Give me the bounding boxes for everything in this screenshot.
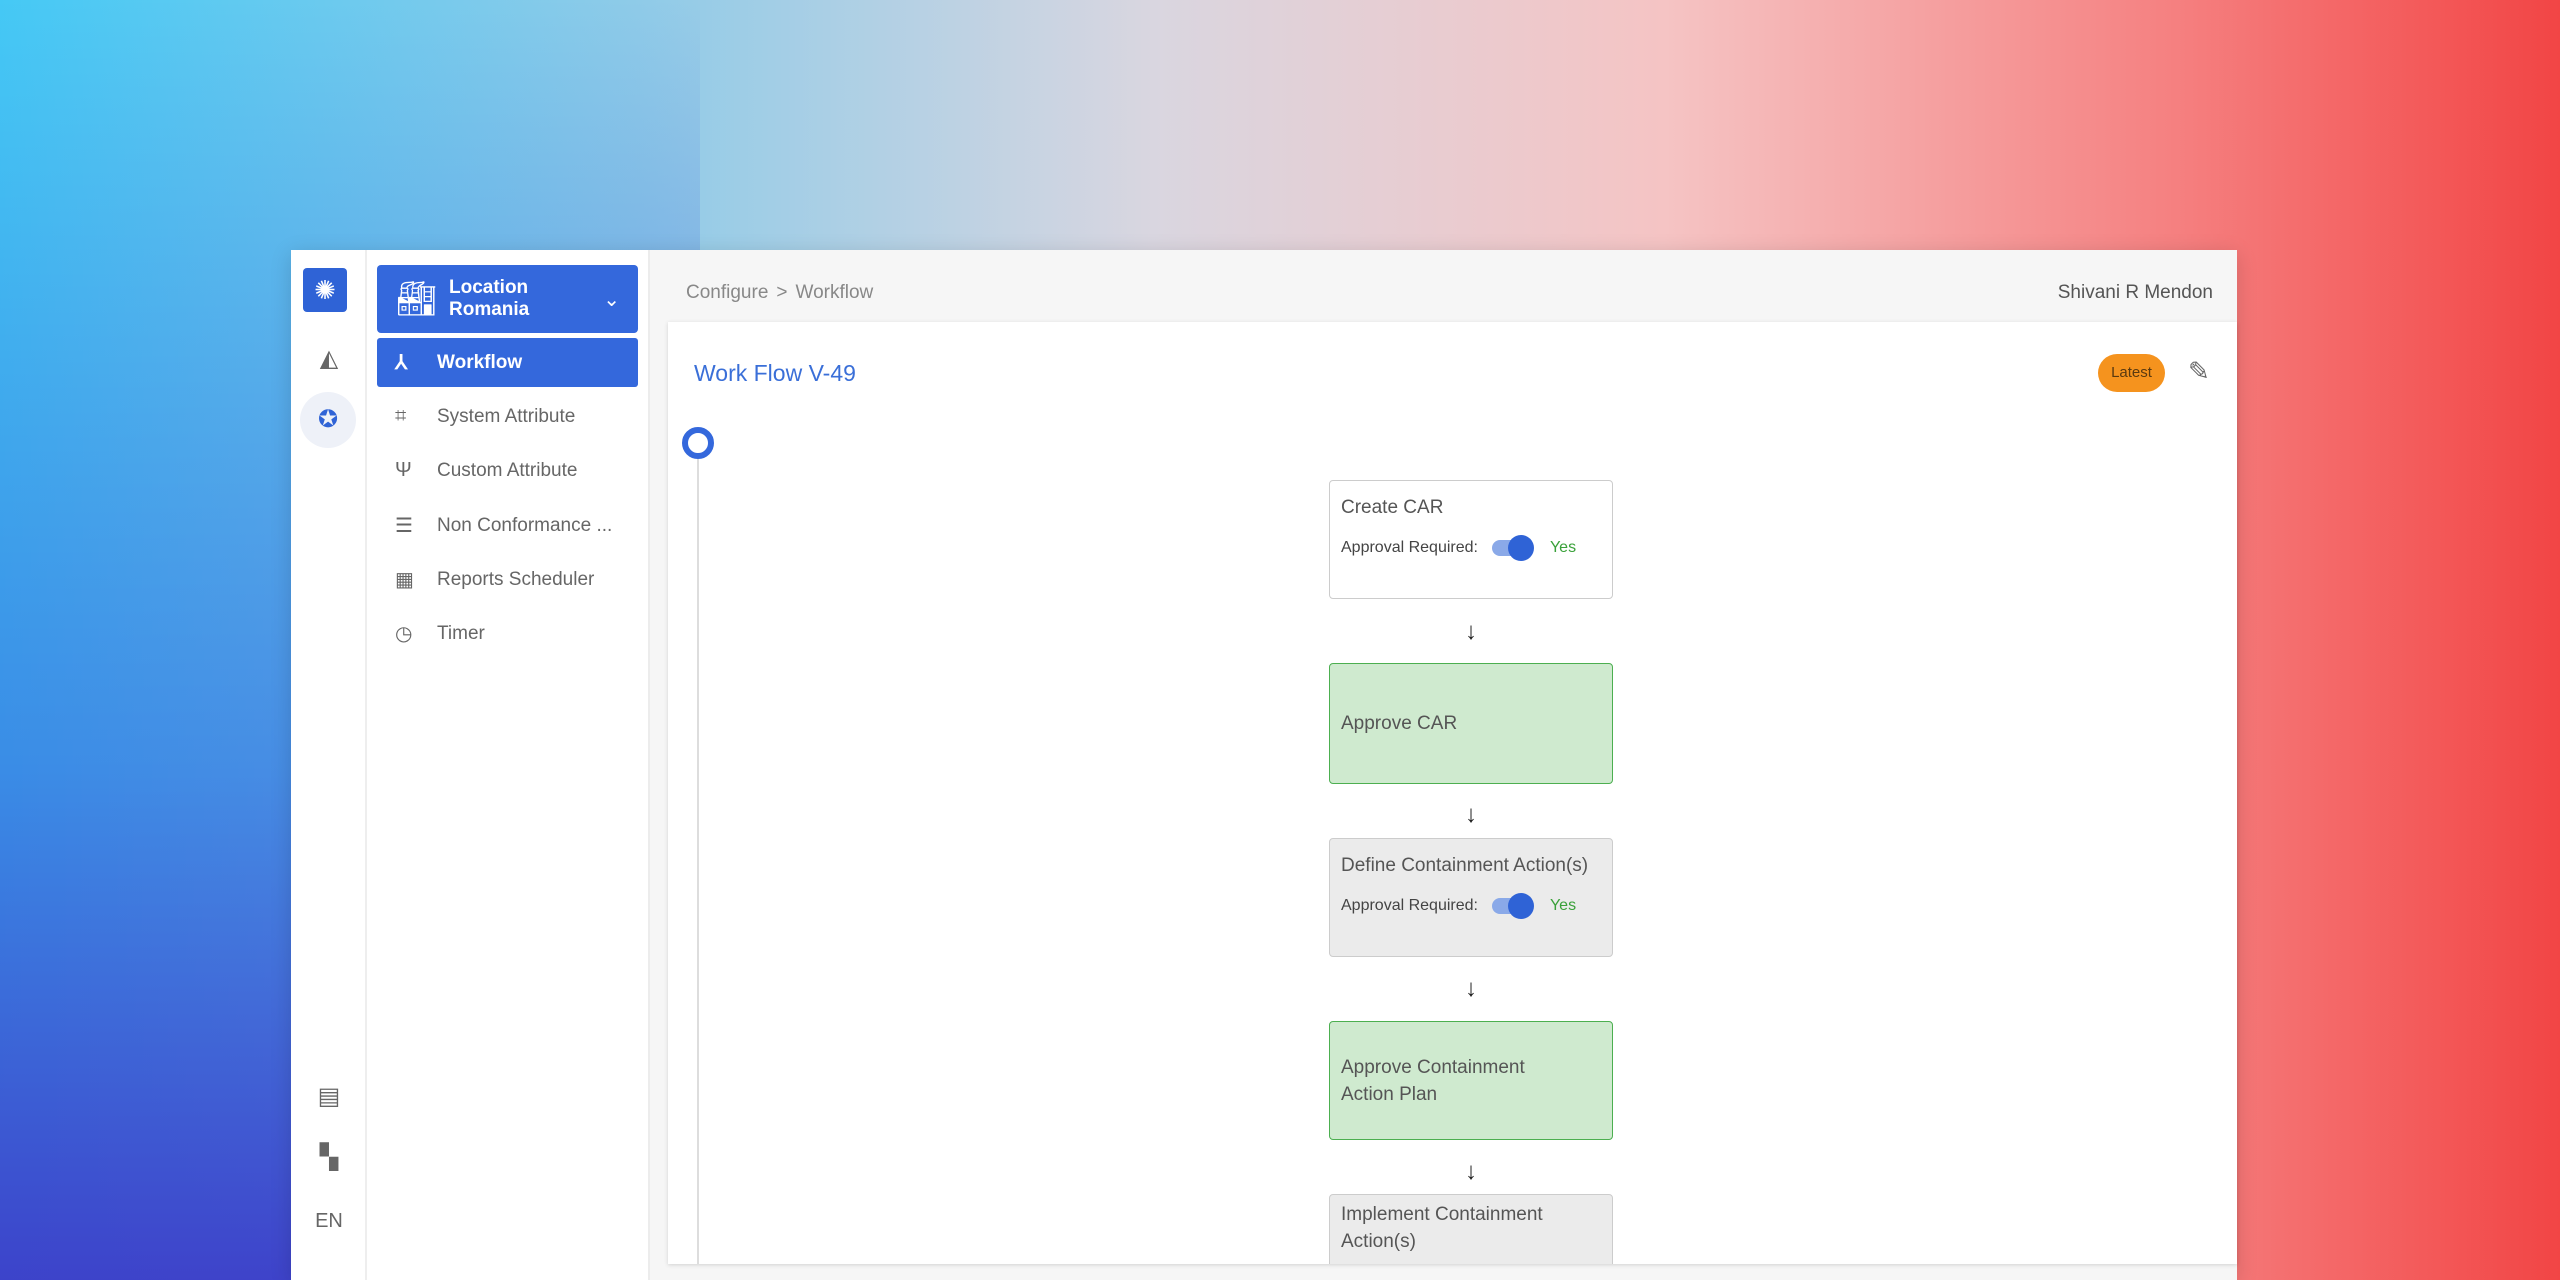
approval-toggle[interactable] [1491,893,1534,919]
arrow-down-icon: ↓ [1465,801,1477,828]
factory-icon: 🏭︎ [395,280,439,318]
sidebar-item-custom-attribute[interactable]: Ψ Custom Attribute [377,446,638,495]
sidebar-item-label: Workflow [437,351,523,373]
chevron-down-icon: ⌄ [603,288,620,311]
star-badge-icon[interactable]: ✪ [300,392,356,448]
sidebar: 🏭︎ Location Romania ⌄ ⅄ Workflow ⌗ System A… [367,250,650,1280]
arrow-down-icon: ↓ [1465,1158,1477,1185]
approval-label: Approval Required: [1341,539,1478,556]
user-name[interactable]: Shivani R Mendon [2058,282,2213,304]
breadcrumb: Configure > Workflow [686,282,881,304]
workflow-node-approve-containment[interactable]: Approve Containment Action Plan [1329,1021,1613,1140]
workflow-node-approve-car[interactable]: Approve CAR [1329,663,1613,784]
clock-icon: ◷ [395,623,413,645]
node-label: Create CAR [1341,497,1444,518]
chip-icon: ⌗ [395,405,407,427]
approval-value: Yes [1549,539,1577,556]
calendar-icon: ▦ [395,569,414,591]
sidebar-item-workflow[interactable]: ⅄ Workflow [377,338,638,387]
usb-icon: Ψ [395,459,412,481]
node-label: Define Containment Action(s) [1341,855,1589,876]
workflow-node-implement-containment[interactable]: Implement Containment Action(s) [1329,1194,1613,1264]
sidebar-item-label: System Attribute [437,405,576,427]
sidebar-item-reports-scheduler[interactable]: ▦ Reports Scheduler [377,555,638,604]
workflow-icon: ⅄ [395,352,408,374]
list-icon: ☰ [395,515,413,537]
timeline-line [697,459,699,1264]
sidebar-item-label: Timer [437,622,485,644]
workflow-node-create-car[interactable]: Create CAR Approval Required: Yes [1329,480,1613,599]
approval-value: Yes [1549,897,1577,914]
sidebar-item-label: Non Conformance ... [437,514,613,536]
sidebar-item-label: Custom Attribute [437,459,578,481]
workflow-card: Work Flow V-49 Latest ✎ Create CAR Appro… [668,322,2237,1264]
edit-icon[interactable]: ✎ [2188,356,2210,387]
arrow-down-icon: ↓ [1465,975,1477,1002]
app-window: ✺ ◭ ✪ ▤ ▚ EN 🏭︎ Location Romania ⌄ ⅄ Workf… [291,250,2237,1280]
location-label: Location [449,277,529,298]
icon-rail: ✺ ◭ ✪ ▤ ▚ EN [291,250,367,1280]
approval-toggle[interactable] [1491,535,1534,561]
node-label: Approve Containment Action Plan [1341,1056,1525,1105]
app-logo[interactable]: ✺ [303,268,347,312]
breadcrumb-separator: > [776,282,788,303]
sidebar-item-system-attribute[interactable]: ⌗ System Attribute [377,392,638,441]
node-label: Approve CAR [1341,712,1458,734]
panel-icon[interactable]: ▤ [305,1073,353,1121]
timeline-start-icon [682,427,714,459]
sidebar-item-label: Reports Scheduler [437,568,595,590]
workflow-node-define-containment[interactable]: Define Containment Action(s) Approval Re… [1329,838,1613,957]
location-selector[interactable]: 🏭︎ Location Romania ⌄ [377,265,638,333]
sidebar-item-non-conformance[interactable]: ☰ Non Conformance ... [377,501,638,550]
breadcrumb-configure[interactable]: Configure [686,282,768,303]
location-value: Romania [449,299,530,320]
language-selector[interactable]: EN [291,1210,367,1233]
shapes-icon[interactable]: ◭ [305,335,353,383]
node-label: Implement Containment Action(s) [1341,1204,1543,1252]
workflow-title: Work Flow V-49 [694,360,856,386]
arrow-down-icon: ↓ [1465,618,1477,645]
breadcrumb-current: Workflow [795,282,874,303]
approval-label: Approval Required: [1341,897,1478,914]
status-badge: Latest [2098,354,2165,392]
widgets-icon[interactable]: ▚ [305,1134,353,1182]
sidebar-item-timer[interactable]: ◷ Timer [377,609,638,658]
